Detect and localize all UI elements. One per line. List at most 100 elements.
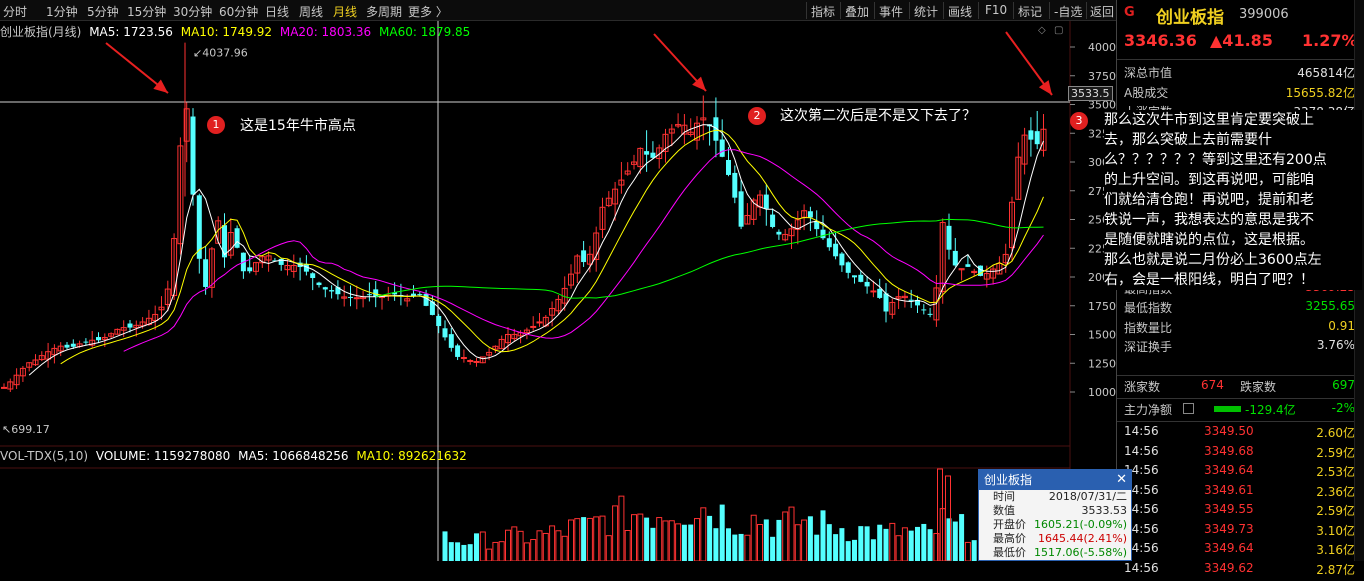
quote-label: 深证换手 [1124, 340, 1173, 355]
draw-button[interactable]: 画线 [948, 3, 972, 20]
close-icon[interactable]: ✕ [1116, 470, 1127, 490]
tick-volume: 2.36亿 [1316, 484, 1355, 499]
kline-chart[interactable]: 4000375035003250300027502500225020001750… [0, 21, 1116, 561]
candle-body [826, 238, 832, 248]
volume-bar [770, 536, 776, 561]
tick-price: 3349.64 [1204, 463, 1254, 477]
net-flow-row: 主力净额 -129.4亿 -2% [1117, 401, 1355, 421]
volume-bar [492, 541, 499, 561]
candle-body [203, 259, 209, 287]
list-icon[interactable] [1183, 403, 1194, 414]
volume-bar [479, 531, 486, 561]
tab-5min[interactable]: 5分钟 [87, 3, 119, 20]
tick-row: 14:56 3349.64 3.16亿 [1117, 541, 1355, 561]
data-tooltip-window: 创业板指 ✕ 时间 2018/07/31/二 数值 3533.53 开盘价 1605.21(… [978, 469, 1132, 561]
overlay-button[interactable]: 叠加 [845, 3, 869, 20]
candle-body [247, 267, 253, 272]
volume-bar [593, 516, 600, 561]
volume-bar [858, 526, 864, 561]
crosshair-price-label: 3533.5 [1068, 86, 1113, 101]
volume-bar [870, 539, 876, 561]
annotation-3-badge: 3 [1070, 112, 1088, 130]
volume-bar [505, 529, 511, 561]
tab-15min[interactable]: 15分钟 [127, 3, 166, 20]
f10-button[interactable]: F10 [985, 3, 1007, 17]
tab-1min[interactable]: 1分钟 [46, 3, 78, 20]
candle-body [423, 293, 429, 306]
candle-body [310, 273, 316, 278]
tab-60min[interactable]: 60分钟 [219, 3, 258, 20]
tick-time: 14:56 [1124, 443, 1159, 458]
tooltip-row: 最高价 1645.44(2.41%) [979, 532, 1131, 546]
tick-volume: 2.59亿 [1316, 445, 1355, 460]
quote-value: 3255.65 [1305, 299, 1355, 314]
annotation-2-badge: 2 [748, 107, 766, 125]
annotation-3-line: 么？？？？？？等到这里还有200点 [1104, 150, 1362, 170]
net-flow-label: 主力净额 [1124, 403, 1173, 417]
diamond-icon: ◇ [1038, 25, 1046, 36]
candle-body [417, 294, 423, 296]
y-tick-label: 3750 [1088, 70, 1116, 83]
tooltip-label: 开盘价 [993, 518, 1026, 531]
candle-body [644, 151, 650, 155]
tick-time: 14:56 [1124, 560, 1159, 575]
candle-body [1028, 130, 1034, 140]
volume-bar [719, 504, 725, 561]
event-button[interactable]: 事件 [879, 3, 903, 20]
volume-bar [964, 541, 971, 561]
index-code: 399006 [1239, 7, 1289, 22]
tooltip-value: 3533.53 [1081, 504, 1128, 517]
candle-body [965, 264, 971, 267]
volume-bar [700, 507, 707, 561]
tick-row: 14:56 3349.73 3.10亿 [1117, 522, 1355, 542]
self-select-button[interactable]: -自选 [1054, 3, 1082, 20]
tab-weekly[interactable]: 周线 [299, 3, 323, 20]
mark-button[interactable]: 标记 [1018, 3, 1042, 20]
tab-fenshi[interactable]: 分时 [3, 3, 27, 20]
tab-multi-period[interactable]: 多周期 [366, 3, 402, 20]
tab-more[interactable]: 更多 〉 [408, 3, 448, 20]
volume-bar [555, 530, 562, 561]
candle-body [776, 231, 782, 235]
candle-body [1, 386, 7, 389]
tooltip-row: 时间 2018/07/31/二 [979, 490, 1131, 504]
volume-bar [889, 522, 896, 561]
period-toolbar: 分时 1分钟 5分钟 15分钟 30分钟 60分钟 日线 周线 月线 多周期 更… [0, 0, 1116, 21]
volume-bar [782, 511, 789, 561]
volume-bar [624, 529, 631, 561]
vol-indicator-name: VOL-TDX(5,10) [0, 449, 89, 463]
candle-body [316, 282, 322, 286]
stats-button[interactable]: 统计 [914, 3, 938, 20]
tooltip-row: 最低价 1517.06(-5.58%) [979, 546, 1131, 560]
volume-bar [586, 517, 593, 561]
tooltip-row: 数值 3533.53 [979, 504, 1131, 518]
tick-price: 3349.50 [1204, 424, 1254, 438]
volume-bar [561, 535, 568, 561]
indicator-button[interactable]: 指标 [811, 3, 835, 20]
tab-daily[interactable]: 日线 [265, 3, 289, 20]
volume-bar [498, 541, 505, 561]
chart-title: 创业板指(月线) [0, 25, 82, 39]
tooltip-value: 1517.06(-5.58%) [1034, 546, 1127, 559]
candle-body [883, 293, 889, 312]
candle-body [442, 328, 448, 338]
tooltip-row: 开盘价 1605.21(-0.09%) [979, 518, 1131, 532]
back-button[interactable]: 返回 [1090, 3, 1114, 20]
low-price-label: ↖699.17 [2, 423, 50, 436]
vol-ma5: MA5: 1066848256 [238, 449, 349, 463]
price-legend: 创业板指(月线) MA5: 1723.56 MA10: 1749.92 MA20… [0, 23, 474, 39]
ma5-legend: MA5: 1723.56 [89, 25, 173, 39]
volume-bar [788, 506, 795, 561]
volume-bar [511, 526, 518, 561]
volume-bar [864, 526, 870, 561]
volume-bar [921, 523, 927, 561]
candle-body [820, 229, 826, 239]
volume-bar [681, 524, 687, 561]
volume-bar [750, 514, 757, 561]
quote-row: 深证换手 3.76% [1117, 338, 1355, 358]
tab-30min[interactable]: 30分钟 [173, 3, 212, 20]
ma5-line [28, 124, 1044, 376]
volume-bar [461, 544, 467, 561]
candle-body [845, 262, 851, 273]
tab-monthly[interactable]: 月线 [333, 3, 357, 20]
